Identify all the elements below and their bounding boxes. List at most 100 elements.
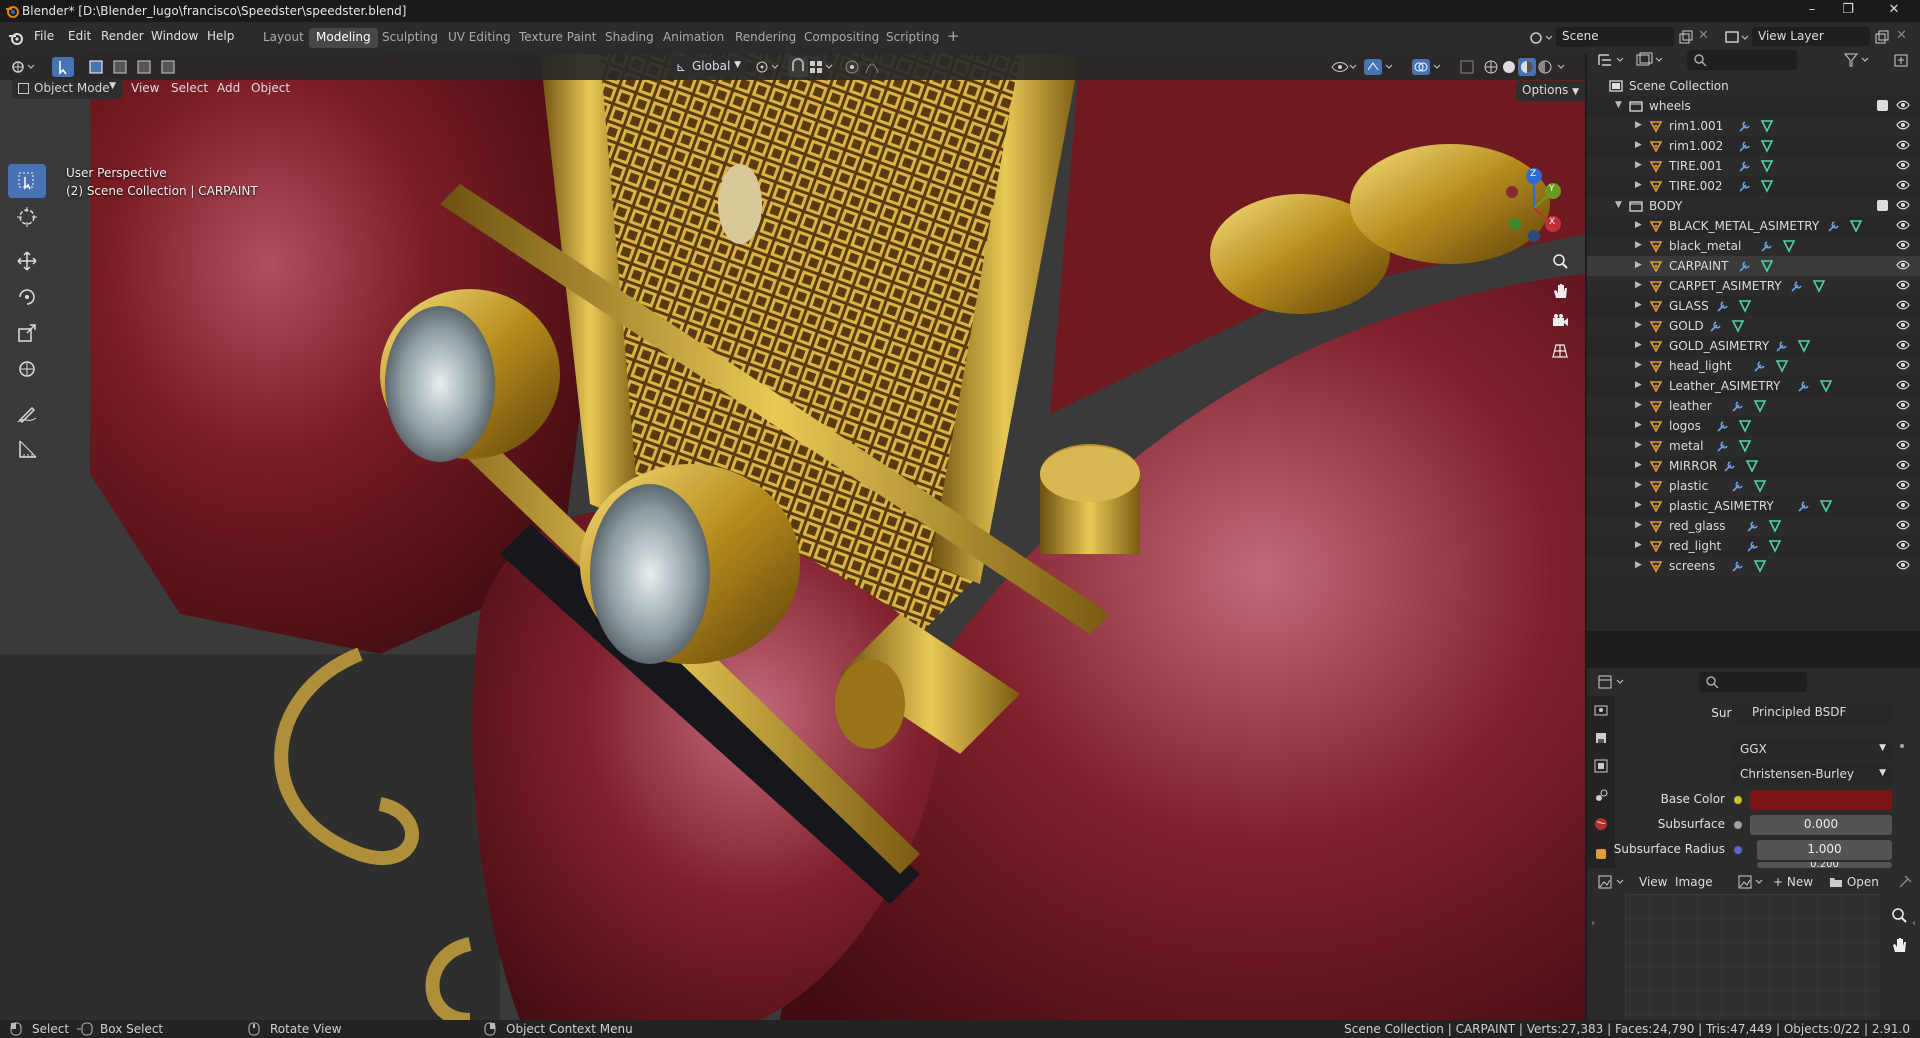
subsurface-value-field[interactable]: 0.000 — [1750, 815, 1892, 835]
outliner-object-row[interactable]: ▶ logos — [1587, 416, 1920, 436]
eye-icon[interactable] — [1896, 359, 1910, 371]
tab-shading[interactable]: Shading — [598, 28, 661, 48]
expand-toggle-icon[interactable]: ▶ — [1635, 480, 1642, 490]
outliner-object-row[interactable]: ▶ CARPAINT — [1587, 256, 1920, 276]
expand-toggle-icon[interactable]: ▶ — [1635, 380, 1642, 390]
transform-tool-icon[interactable] — [8, 352, 46, 386]
copy-view-layer-icon[interactable] — [1874, 30, 1890, 46]
eye-icon[interactable] — [1896, 559, 1910, 571]
modifier-and-mesh-icons[interactable] — [1746, 519, 1782, 533]
expand-toggle-icon[interactable]: ▼ — [1615, 200, 1622, 210]
collapse-region-icon[interactable]: ‹ — [1912, 918, 1916, 929]
expand-toggle-icon[interactable]: ▶ — [1635, 340, 1642, 350]
expand-toggle-icon[interactable]: ▶ — [1635, 540, 1642, 550]
expand-toggle-icon[interactable]: ▶ — [1635, 520, 1642, 530]
eye-icon[interactable] — [1896, 199, 1910, 211]
tab-animation[interactable]: Animation — [656, 28, 731, 48]
pivot-point-icon[interactable] — [754, 59, 784, 75]
image-editor-image-menu[interactable]: Image — [1675, 875, 1713, 889]
image-editor-view-menu[interactable]: View — [1639, 875, 1667, 889]
outliner-collection-wheels[interactable]: ▼ wheels — [1587, 96, 1920, 116]
outliner-object-row[interactable]: ▶ CARPET_ASIMETRY — [1587, 276, 1920, 296]
eye-icon[interactable] — [1896, 279, 1910, 291]
eye-icon[interactable] — [1896, 339, 1910, 351]
tab-layout[interactable]: Layout — [256, 28, 311, 48]
menu-object[interactable]: Object — [251, 81, 290, 95]
properties-editor-type-icon[interactable] — [1597, 674, 1627, 690]
modifier-and-mesh-icons[interactable] — [1827, 219, 1863, 233]
navigation-gizmo[interactable]: Z Y X — [1480, 162, 1580, 252]
image-browse-icon[interactable] — [1737, 874, 1767, 890]
tab-modeling[interactable]: Modeling — [309, 28, 378, 48]
modifier-and-mesh-icons[interactable] — [1760, 239, 1796, 253]
outliner-object-row[interactable]: ▶ red_light — [1587, 536, 1920, 556]
scale-tool-icon[interactable] — [8, 316, 46, 350]
subsurface-radius-x-field[interactable]: 1.000 — [1757, 840, 1892, 860]
eye-icon[interactable] — [1896, 119, 1910, 131]
menu-add[interactable]: Add — [217, 81, 240, 95]
expand-toggle-icon[interactable]: ▶ — [1635, 120, 1642, 130]
image-zoom-icon[interactable] — [1890, 906, 1908, 924]
open-image-button[interactable]: Open — [1829, 875, 1879, 889]
modifier-and-mesh-icons[interactable] — [1738, 159, 1774, 173]
menu-edit[interactable]: Edit — [68, 29, 91, 43]
modifier-and-mesh-icons[interactable] — [1738, 179, 1774, 193]
modifier-and-mesh-icons[interactable] — [1731, 559, 1767, 573]
annotate-tool-icon[interactable] — [8, 396, 46, 430]
expand-toggle-icon[interactable]: ▶ — [1635, 420, 1642, 430]
tab-rendering[interactable]: Rendering — [728, 28, 803, 48]
scene-name-field[interactable]: Scene — [1556, 27, 1674, 47]
expand-toggle-icon[interactable]: ▶ — [1635, 260, 1642, 270]
outliner-scene-collection[interactable]: Scene Collection — [1587, 76, 1920, 96]
add-workspace-button[interactable]: + — [940, 25, 967, 45]
outliner-object-row[interactable]: ▶ rim1.002 — [1587, 136, 1920, 156]
subsurface-socket-icon[interactable] — [1734, 821, 1742, 829]
editor-type-icon[interactable] — [10, 58, 38, 76]
snap-toggle-icon[interactable] — [788, 57, 808, 77]
modifier-and-mesh-icons[interactable] — [1716, 419, 1752, 433]
eye-icon[interactable] — [1896, 179, 1910, 191]
filter-icon[interactable] — [1843, 52, 1873, 68]
eye-icon[interactable] — [1896, 319, 1910, 331]
measure-tool-icon[interactable] — [8, 432, 46, 466]
outliner-object-row[interactable]: ▶ leather — [1587, 396, 1920, 416]
eye-icon[interactable] — [1896, 419, 1910, 431]
outliner-collection-body[interactable]: ▼ BODY — [1587, 196, 1920, 216]
rotate-tool-icon[interactable] — [8, 280, 46, 314]
outliner-object-row[interactable]: ▶ BLACK_METAL_ASIMETRY — [1587, 216, 1920, 236]
selection-mode-icons[interactable] — [88, 57, 184, 77]
eye-icon[interactable] — [1896, 479, 1910, 491]
modifier-and-mesh-icons[interactable] — [1716, 439, 1752, 453]
eye-icon[interactable] — [1896, 259, 1910, 271]
outliner-search-input[interactable] — [1687, 50, 1797, 70]
expand-toggle-icon[interactable]: ▶ — [1635, 360, 1642, 370]
outliner-object-row[interactable]: ▶ MIRROR — [1587, 456, 1920, 476]
tab-uv-editing[interactable]: UV Editing — [441, 28, 518, 48]
distribution-dropdown[interactable]: GGX ▼ — [1732, 740, 1892, 760]
modifier-and-mesh-icons[interactable] — [1731, 399, 1767, 413]
exclude-checkbox[interactable] — [1877, 200, 1888, 211]
subsurface-radius-socket-icon[interactable] — [1734, 846, 1742, 854]
expand-toggle-icon[interactable]: ▶ — [1635, 220, 1642, 230]
modifier-and-mesh-icons[interactable] — [1746, 539, 1782, 553]
view-layer-tab-icon[interactable] — [1593, 758, 1609, 774]
object-mode-dropdown[interactable]: Object Mode ▼ — [12, 79, 122, 99]
modifier-and-mesh-icons[interactable] — [1709, 319, 1745, 333]
expand-toggle-icon[interactable]: ▼ — [1615, 100, 1622, 110]
tab-sculpting[interactable]: Sculpting — [375, 28, 445, 48]
eye-icon[interactable] — [1896, 239, 1910, 251]
view-layer-field[interactable]: View Layer — [1752, 27, 1870, 47]
tab-compositing[interactable]: Compositing — [797, 28, 886, 48]
eye-icon[interactable] — [1896, 459, 1910, 471]
eye-icon[interactable] — [1896, 519, 1910, 531]
outliner-object-row[interactable]: ▶ rim1.001 — [1587, 116, 1920, 136]
properties-search-input[interactable] — [1699, 672, 1807, 692]
image-pan-icon[interactable] — [1890, 936, 1908, 954]
pin-icon[interactable] — [1897, 874, 1913, 890]
expand-toggle-icon[interactable]: ▶ — [1635, 180, 1642, 190]
eye-icon[interactable] — [1896, 219, 1910, 231]
modifier-and-mesh-icons[interactable] — [1797, 379, 1833, 393]
proportional-edit-icon[interactable] — [844, 59, 894, 75]
base-color-socket-icon[interactable] — [1734, 796, 1742, 804]
surface-shader-dropdown[interactable]: Principled BSDF — [1732, 703, 1892, 723]
